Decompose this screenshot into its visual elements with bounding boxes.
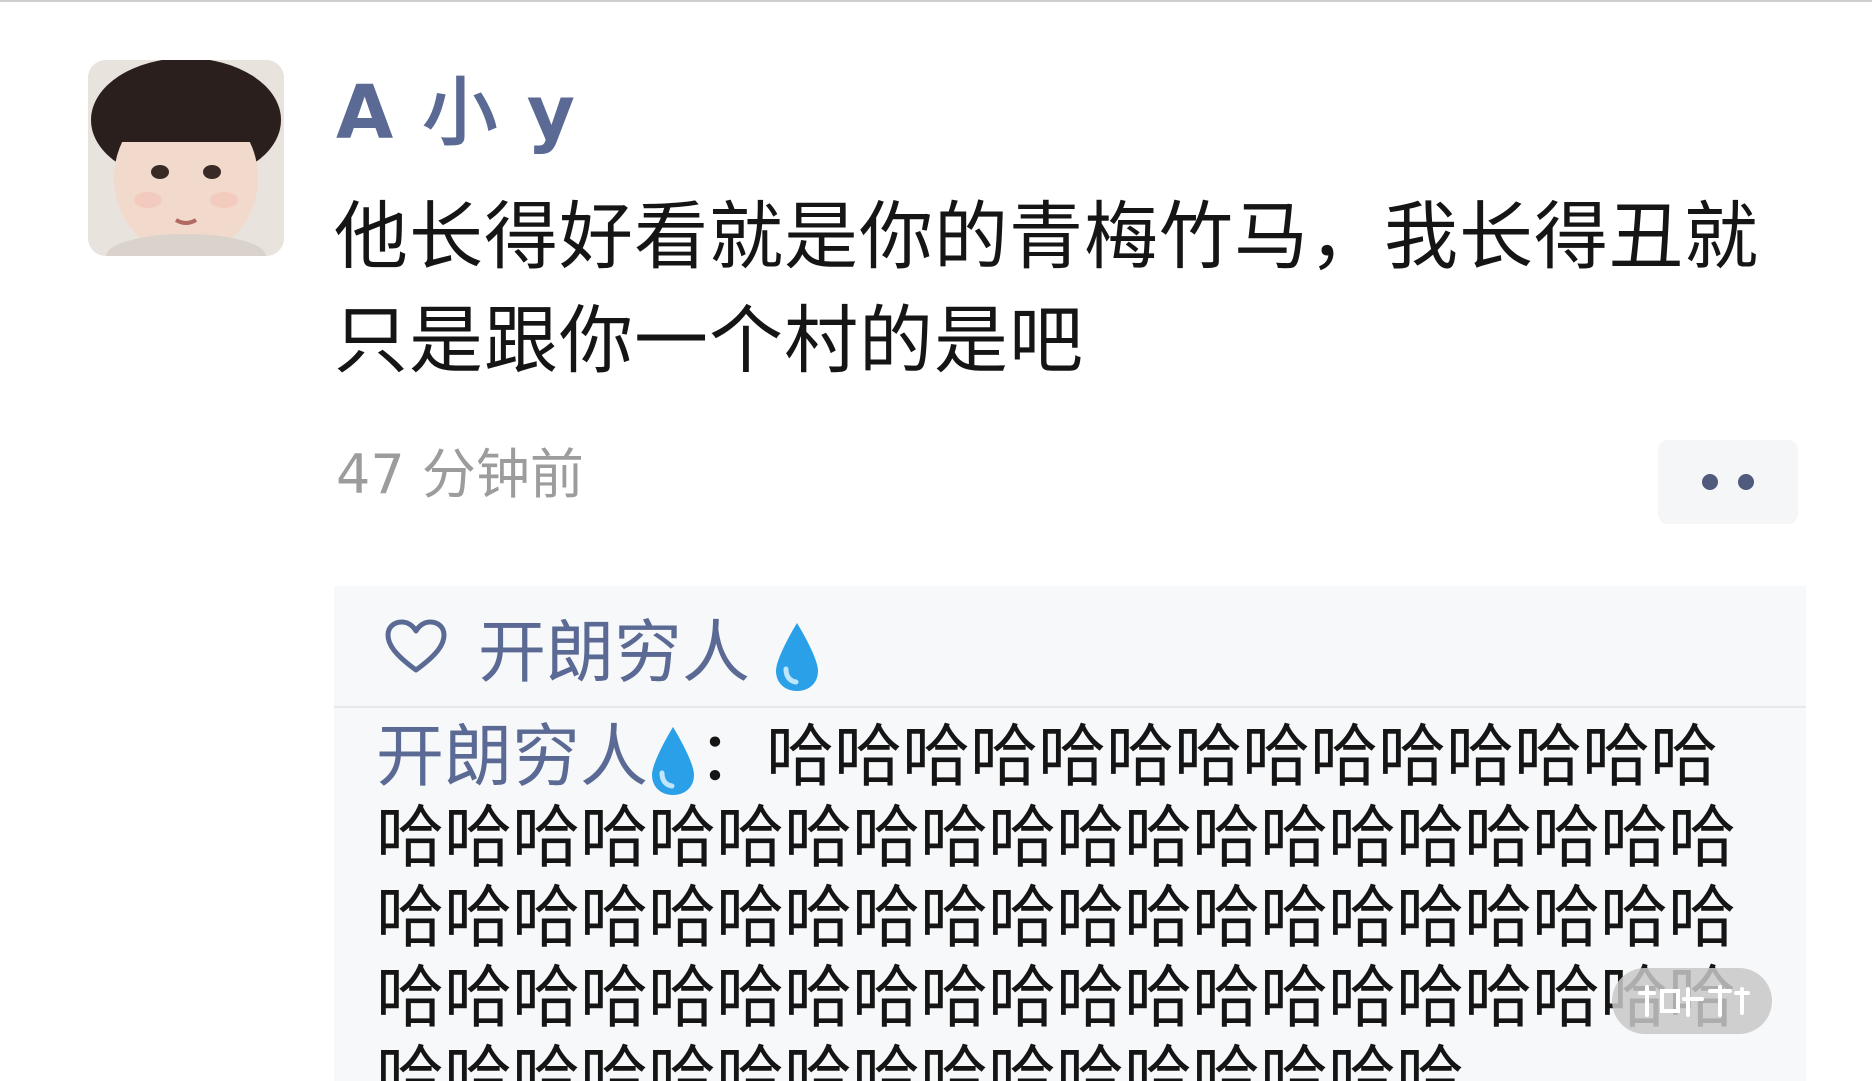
ellipsis-icon bbox=[1738, 474, 1754, 490]
droplet-emoji bbox=[652, 727, 695, 796]
panel-divider bbox=[334, 706, 1806, 708]
liker-name[interactable]: 开朗穷人 bbox=[478, 597, 822, 696]
post-timestamp: 47 分钟前 bbox=[336, 443, 584, 506]
watermark-glyphs bbox=[1638, 985, 1750, 1017]
top-divider bbox=[0, 0, 1872, 2]
comment-author[interactable]: 开朗穷人 bbox=[376, 718, 698, 797]
comment-separator: ： bbox=[698, 718, 767, 797]
avatar-image bbox=[88, 60, 284, 256]
watermark-badge bbox=[1612, 968, 1772, 1034]
likes-row: 开朗穷人 bbox=[334, 586, 1806, 706]
comment-item[interactable]: 开朗穷人 ：哈哈哈哈哈哈哈哈哈哈哈哈哈哈哈哈哈哈哈哈哈哈哈哈哈哈哈哈哈哈哈哈哈哈哈… bbox=[376, 718, 1786, 1081]
post-username[interactable]: A 小 y bbox=[336, 68, 577, 158]
ellipsis-icon bbox=[1702, 474, 1718, 490]
more-options-button[interactable] bbox=[1658, 440, 1798, 524]
liker-name-text: 开朗穷人 bbox=[478, 613, 751, 693]
comment-author-text: 开朗穷人 bbox=[376, 718, 649, 797]
avatar[interactable] bbox=[88, 60, 284, 256]
interaction-panel: 开朗穷人 开朗穷人 ：哈哈哈哈哈哈哈哈哈哈哈哈哈哈哈哈哈哈哈哈哈哈哈哈哈哈哈哈哈哈… bbox=[334, 586, 1806, 1081]
droplet-emoji bbox=[775, 622, 818, 691]
post-text: 他长得好看就是你的青梅竹马，我长得丑就只是跟你一个村的是吧 bbox=[334, 194, 1759, 384]
heart-outline-icon bbox=[385, 619, 447, 673]
